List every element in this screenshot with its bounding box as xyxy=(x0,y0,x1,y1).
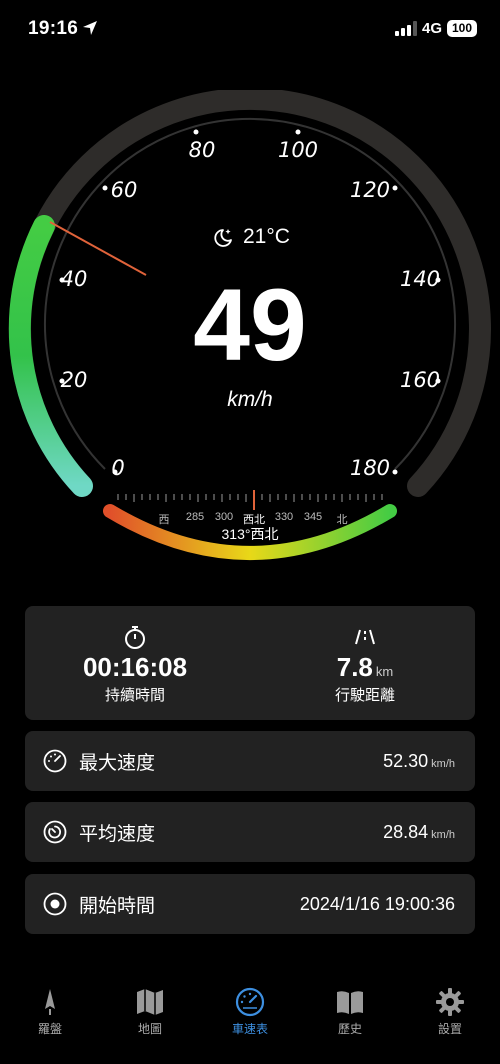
tab-bar: 羅盤 地圖 車速表 歷史 設置 xyxy=(0,985,500,1064)
duration-value: 00:16:08 xyxy=(82,652,188,682)
tick-label-140: 140 xyxy=(399,267,441,291)
tab-label: 羅盤 xyxy=(37,1022,62,1036)
tick-label-120: 120 xyxy=(349,178,391,202)
average-speed-value: 28.84 km/h xyxy=(383,822,455,843)
average-speed-unit: km/h xyxy=(431,829,455,841)
distance-stat: 7.8 km 行駛距離 xyxy=(265,624,465,705)
tab-compass[interactable]: 羅盤 xyxy=(10,985,90,1037)
tab-history[interactable]: 歷史 xyxy=(310,985,390,1037)
gear-icon xyxy=(436,988,464,1016)
start-time-value: 2024/1/16 19:00:36 xyxy=(299,894,455,914)
tab-label: 車速表 xyxy=(231,1022,268,1036)
tab-label: 設置 xyxy=(437,1022,462,1036)
tab-label: 地圖 xyxy=(137,1022,162,1036)
distance-value: 7.8 km xyxy=(265,652,465,683)
max-speed-number: 52.30 xyxy=(383,751,429,771)
max-speed-value: 52.30 km/h xyxy=(383,751,455,772)
compass-label: 345 xyxy=(303,511,323,523)
road-icon xyxy=(355,629,375,645)
gauge-icon xyxy=(43,749,67,773)
tick-label-80: 80 xyxy=(188,138,216,162)
trip-summary-card: 00:16:08 持續時間 7.8 km 行駛距離 xyxy=(25,606,475,720)
speed-unit: km/h xyxy=(227,388,273,411)
tab-map[interactable]: 地圖 xyxy=(110,985,190,1037)
compass-scale: 西 285 300 西北 330 345 北 xyxy=(0,511,500,526)
temperature: 21°C xyxy=(243,225,290,248)
tick-label-40: 40 xyxy=(60,267,88,291)
average-speed-number: 28.84 xyxy=(383,822,429,842)
record-icon xyxy=(43,892,67,916)
tick-label-60: 60 xyxy=(110,178,138,202)
distance-unit: km xyxy=(375,664,394,679)
tick-label-180: 180 xyxy=(349,456,391,480)
weather: 21°C xyxy=(210,224,310,252)
network-type: 4G xyxy=(422,20,443,37)
compass-label: 西 xyxy=(158,514,170,526)
book-icon xyxy=(337,991,363,1014)
moon-stars-icon xyxy=(214,229,232,247)
battery-icon: 100 xyxy=(447,20,477,37)
duration-stat: 00:16:08 持續時間 xyxy=(35,624,235,705)
signal-icon xyxy=(395,21,417,36)
tick-label-160: 160 xyxy=(399,368,441,392)
tab-label: 歷史 xyxy=(337,1022,362,1036)
max-speed-label: 最大速度 xyxy=(79,753,156,774)
compass-label: 北 xyxy=(336,514,348,526)
compass-heading: 313°西北 xyxy=(221,526,279,542)
status-bar: 19:16 4G 100 xyxy=(0,0,500,60)
compass-ticks xyxy=(117,494,383,502)
current-speed: 49 xyxy=(193,268,307,382)
start-time-label: 開始時間 xyxy=(79,896,156,917)
tick-label-20: 20 xyxy=(60,368,88,392)
speed-arc xyxy=(8,215,93,497)
location-arrow-icon xyxy=(83,21,97,35)
compass-label: 285 xyxy=(185,511,205,523)
duration-label: 持續時間 xyxy=(104,687,165,704)
average-speed-label: 平均速度 xyxy=(79,824,156,845)
compass-label: 300 xyxy=(214,511,234,523)
distance-number: 7.8 xyxy=(336,652,373,682)
tab-speedometer[interactable]: 車速表 xyxy=(210,985,290,1037)
map-icon xyxy=(137,989,163,1015)
tab-settings[interactable]: 設置 xyxy=(410,985,490,1037)
speedometer-icon xyxy=(235,987,265,1017)
max-speed-row: 最大速度 52.30 km/h xyxy=(25,731,475,791)
status-time: 19:16 xyxy=(28,18,79,39)
stopwatch-icon xyxy=(125,626,145,649)
tick-label-0: 0 xyxy=(111,456,125,480)
distance-label: 行駛距離 xyxy=(334,687,395,704)
start-time-row: 開始時間 2024/1/16 19:00:36 xyxy=(25,874,475,934)
timer-icon xyxy=(43,820,67,844)
compass-label: 330 xyxy=(274,511,294,523)
tick-label-100: 100 xyxy=(277,138,319,162)
compass-needle-icon xyxy=(45,989,55,1015)
average-speed-row: 平均速度 28.84 km/h xyxy=(25,802,475,862)
max-speed-unit: km/h xyxy=(431,758,455,770)
